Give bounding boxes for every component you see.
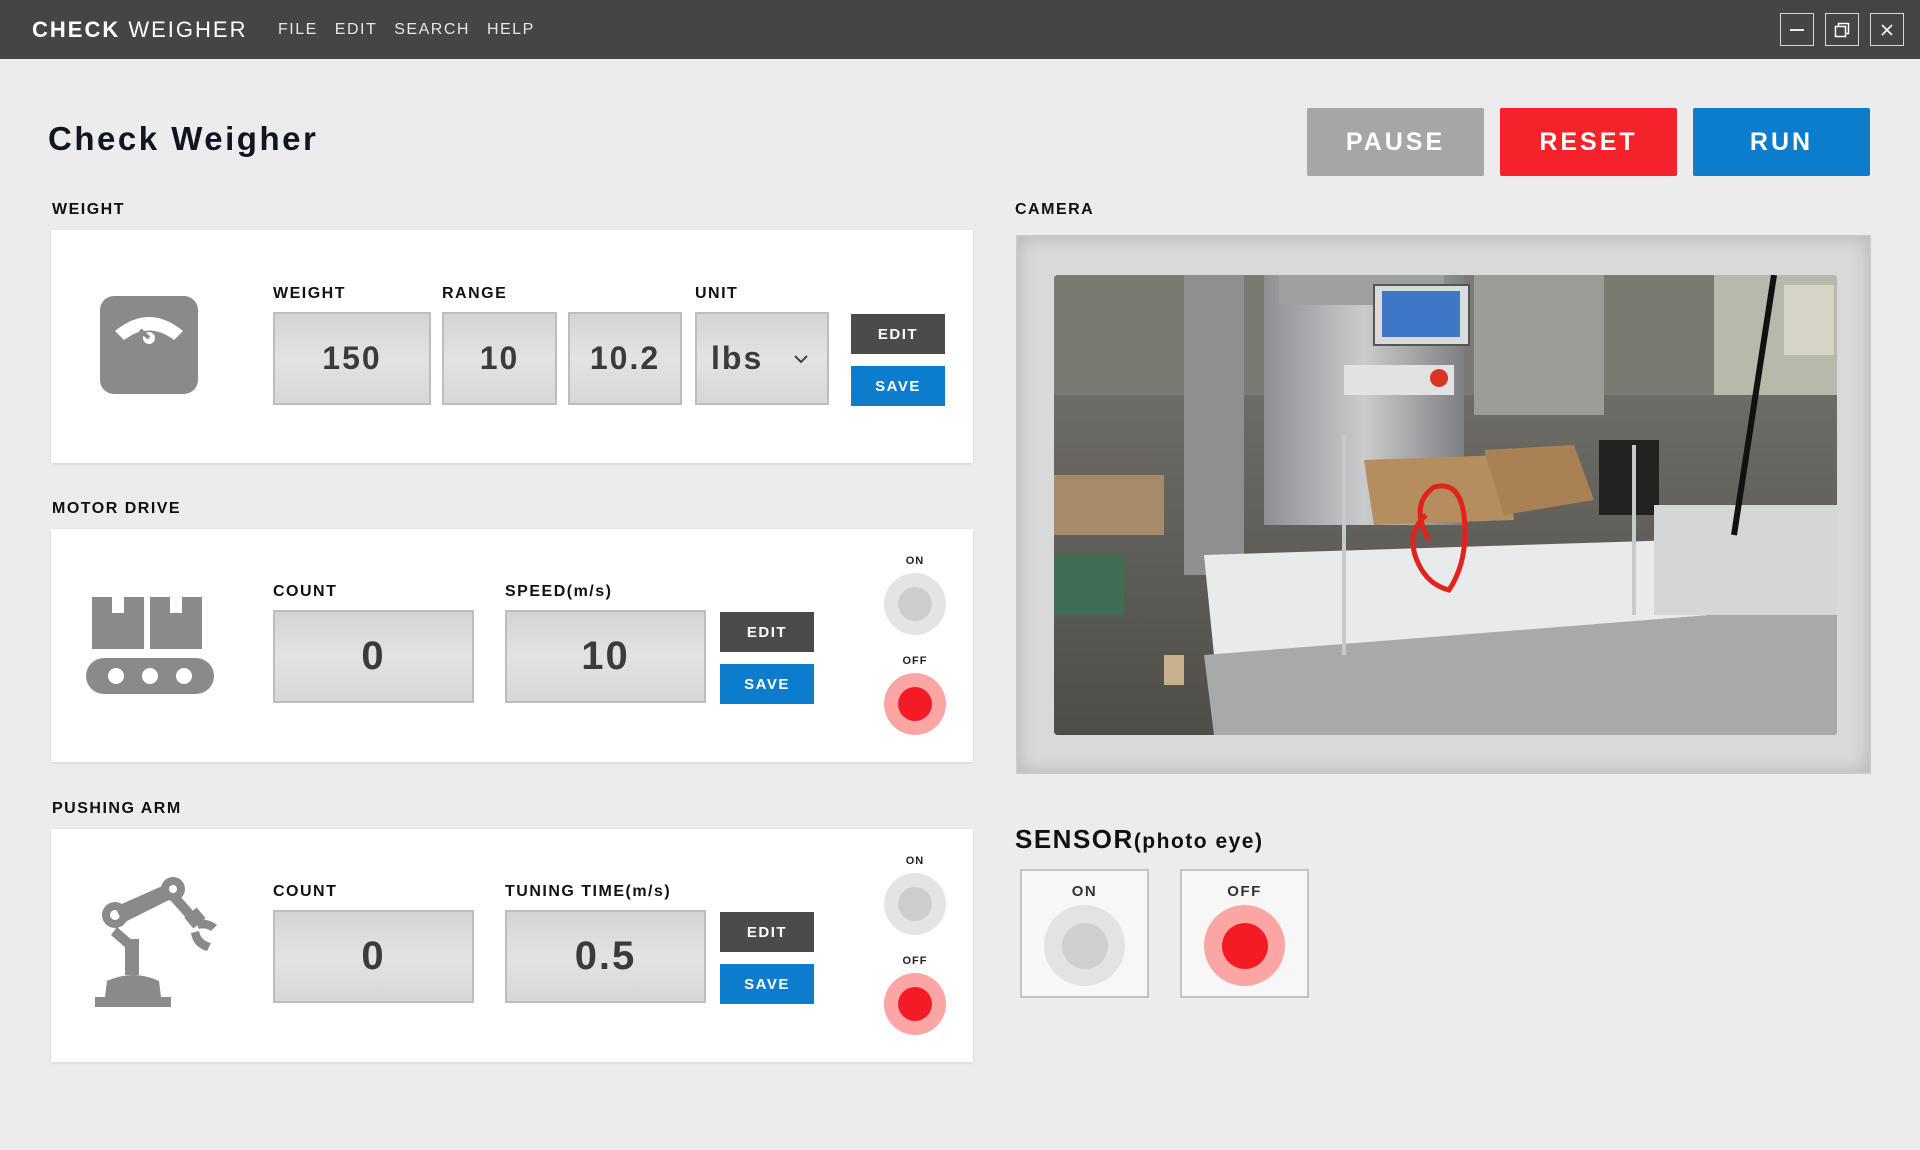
camera-feed-image — [1054, 275, 1837, 735]
sensor-on-toggle[interactable] — [1044, 905, 1125, 986]
arm-tuning-field[interactable]: 0.5 — [505, 910, 706, 1003]
arm-count-field[interactable]: 0 — [273, 910, 474, 1003]
range-field-label: RANGE — [442, 285, 508, 302]
sensor-subtitle: (photo eye) — [1133, 830, 1264, 853]
app-title: CHECK WEIGHER — [32, 17, 247, 43]
app-title-bold: CHECK — [32, 17, 121, 42]
robot-arm-icon — [95, 877, 217, 1007]
weight-save-button[interactable]: SAVE — [851, 366, 945, 406]
arm-panel: COUNT 0 TUNING TIME(m/s) 0.5 EDIT SAVE O… — [51, 829, 973, 1062]
sensor-off-indicator — [1221, 922, 1268, 969]
arm-save-button[interactable]: SAVE — [720, 964, 814, 1004]
motor-edit-button[interactable]: EDIT — [720, 612, 814, 652]
arm-count-label: COUNT — [273, 883, 338, 900]
run-button[interactable]: RUN — [1693, 108, 1870, 176]
sensor-title: SENSOR(photo eye) — [1015, 824, 1263, 855]
restore-icon — [1834, 22, 1850, 37]
arm-off-indicator — [898, 987, 932, 1021]
sensor-on-indicator — [1061, 922, 1108, 969]
sensor-off-box: OFF — [1180, 869, 1309, 998]
motor-off-toggle[interactable] — [884, 673, 946, 735]
motor-count-label: COUNT — [273, 583, 338, 600]
motor-section-label: MOTOR DRIVE — [52, 500, 182, 517]
close-button[interactable] — [1870, 13, 1904, 46]
restore-button[interactable] — [1825, 13, 1859, 46]
camera-frame — [1016, 235, 1871, 774]
weight-value-field[interactable]: 150 — [273, 312, 431, 405]
unit-field-label: UNIT — [695, 285, 739, 302]
camera-section-label: CAMERA — [1015, 201, 1095, 218]
page-title: Check Weigher — [48, 120, 319, 157]
sensor-on-label: ON — [1071, 883, 1098, 900]
arm-off-toggle[interactable] — [884, 973, 946, 1035]
weight-panel: WEIGHT 150 RANGE 10 10.2 UNIT lbs EDIT S… — [51, 230, 973, 463]
title-bar: CHECK WEIGHER FILE EDIT SEARCH HELP — [0, 0, 1920, 59]
arm-on-label: ON — [905, 855, 925, 867]
motor-panel: COUNT 0 SPEED(m/s) 10 EDIT SAVE ON OFF — [51, 529, 973, 762]
arm-on-indicator — [898, 887, 932, 921]
menu-help[interactable]: HELP — [487, 21, 535, 39]
sensor-title-main: SENSOR — [1015, 824, 1134, 854]
minimize-icon — [1790, 28, 1804, 31]
conveyor-icon — [86, 597, 214, 694]
weight-section-label: WEIGHT — [52, 201, 125, 218]
arm-off-label: OFF — [902, 955, 928, 967]
motor-count-field[interactable]: 0 — [273, 610, 474, 703]
menu-file[interactable]: FILE — [278, 21, 318, 39]
menu-edit[interactable]: EDIT — [335, 21, 377, 39]
sensor-on-box: ON — [1020, 869, 1149, 998]
range-min-field[interactable]: 10 — [442, 312, 557, 405]
motor-on-label: ON — [905, 555, 925, 567]
camera-feed — [1054, 275, 1837, 735]
motor-on-toggle[interactable] — [884, 573, 946, 635]
sensor-off-label: OFF — [1227, 883, 1262, 900]
weight-edit-button[interactable]: EDIT — [851, 314, 945, 354]
weight-field-label: WEIGHT — [273, 285, 346, 302]
menu-search[interactable]: SEARCH — [394, 21, 470, 39]
arm-edit-button[interactable]: EDIT — [720, 912, 814, 952]
motor-on-indicator — [898, 587, 932, 621]
unit-select[interactable]: lbs — [695, 312, 829, 405]
chevron-down-icon — [794, 355, 808, 364]
unit-select-value: lbs — [711, 340, 764, 376]
close-icon — [1881, 23, 1893, 36]
motor-off-label: OFF — [902, 655, 928, 667]
arm-on-toggle[interactable] — [884, 873, 946, 935]
motor-speed-field[interactable]: 10 — [505, 610, 706, 703]
arm-tuning-label: TUNING TIME(m/s) — [505, 883, 672, 900]
app-title-rest: WEIGHER — [120, 17, 248, 42]
motor-speed-label: SPEED(m/s) — [505, 583, 613, 600]
scale-icon — [100, 296, 198, 394]
motor-save-button[interactable]: SAVE — [720, 664, 814, 704]
sensor-off-toggle[interactable] — [1204, 905, 1285, 986]
arm-section-label: PUSHING ARM — [52, 800, 182, 817]
motor-off-indicator — [898, 687, 932, 721]
pause-button[interactable]: PAUSE — [1307, 108, 1484, 176]
minimize-button[interactable] — [1780, 13, 1814, 46]
menu-bar: FILE EDIT SEARCH HELP — [278, 21, 535, 39]
reset-button[interactable]: RESET — [1500, 108, 1677, 176]
range-max-field[interactable]: 10.2 — [568, 312, 682, 405]
